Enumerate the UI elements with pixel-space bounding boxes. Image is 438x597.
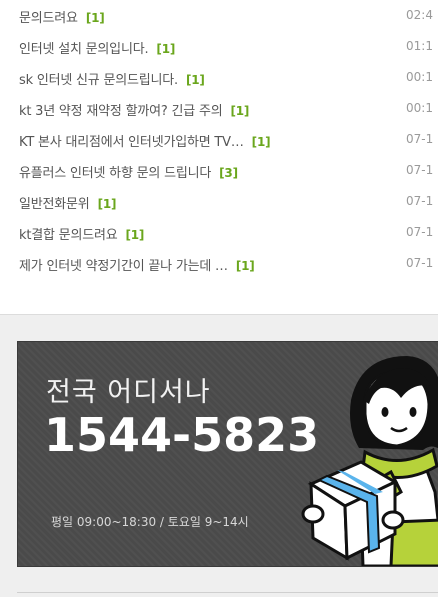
- list-item[interactable]: KT 본사 대리점에서 인터넷가입하면 TV… [1] 07-1: [0, 124, 438, 155]
- post-title[interactable]: 유플러스 인터넷 하향 문의 드립니다 [3]: [19, 162, 238, 181]
- post-list: 문의드려요 [1] 02:4 인터넷 설치 문의입니다. [1] 01:1 sk 인…: [0, 0, 438, 286]
- support-phone-banner[interactable]: 전국 어디서나 1544-5823 평일 09:00~18:30 / 토요일 9…: [17, 341, 438, 567]
- divider: [17, 592, 438, 593]
- post-time: 02:4: [406, 8, 433, 22]
- post-title-text[interactable]: 일반전화문위: [19, 197, 90, 212]
- post-title[interactable]: KT 본사 대리점에서 인터넷가입하면 TV… [1]: [19, 131, 271, 150]
- post-time: 07-1: [406, 132, 434, 146]
- post-title-text[interactable]: KT 본사 대리점에서 인터넷가입하면 TV…: [19, 135, 244, 150]
- comment-count[interactable]: [1]: [86, 11, 105, 25]
- comment-count[interactable]: [3]: [219, 166, 238, 180]
- delivery-person-with-box-icon: [301, 356, 438, 566]
- post-title[interactable]: 일반전화문위 [1]: [19, 193, 116, 212]
- comment-count[interactable]: [1]: [98, 197, 117, 211]
- post-title-text[interactable]: 문의드려요: [19, 11, 78, 26]
- post-title-text[interactable]: 유플러스 인터넷 하향 문의 드립니다: [19, 166, 211, 181]
- post-title-text[interactable]: kt 3년 약정 재약정 할까여? 긴급 주의: [19, 104, 223, 119]
- post-title[interactable]: 제가 인터넷 약정기간이 끝나 가는데 … [1]: [19, 255, 255, 274]
- post-title[interactable]: kt 3년 약정 재약정 할까여? 긴급 주의 [1]: [19, 100, 249, 119]
- comment-count[interactable]: [1]: [125, 228, 144, 242]
- list-item[interactable]: kt결합 문의드려요 [1] 07-1: [0, 217, 438, 248]
- banner-business-hours: 평일 09:00~18:30 / 토요일 9~14시: [51, 515, 249, 529]
- list-item[interactable]: sk 인터넷 신규 문의드립니다. [1] 00:1: [0, 62, 438, 93]
- post-time: 07-1: [406, 194, 434, 208]
- post-time: 07-1: [406, 163, 434, 177]
- post-title[interactable]: kt결합 문의드려요 [1]: [19, 224, 144, 243]
- post-title-text[interactable]: sk 인터넷 신규 문의드립니다.: [19, 73, 178, 88]
- banner-headline: 전국 어디서나: [46, 377, 211, 408]
- post-title[interactable]: sk 인터넷 신규 문의드립니다. [1]: [19, 69, 205, 88]
- post-title-text[interactable]: 인터넷 설치 문의입니다.: [19, 42, 149, 57]
- post-title-text[interactable]: 제가 인터넷 약정기간이 끝나 가는데 …: [19, 259, 228, 274]
- comment-count[interactable]: [1]: [252, 135, 271, 149]
- comment-count[interactable]: [1]: [156, 42, 175, 56]
- comment-count[interactable]: [1]: [186, 73, 205, 87]
- post-time: 07-1: [406, 225, 434, 239]
- list-item[interactable]: 문의드려요 [1] 02:4: [0, 0, 438, 31]
- post-title-text[interactable]: kt결합 문의드려요: [19, 228, 118, 243]
- list-item[interactable]: 유플러스 인터넷 하향 문의 드립니다 [3] 07-1: [0, 155, 438, 186]
- post-time: 00:1: [406, 70, 433, 84]
- post-title[interactable]: 문의드려요 [1]: [19, 7, 105, 26]
- list-item[interactable]: kt 3년 약정 재약정 할까여? 긴급 주의 [1] 00:1: [0, 93, 438, 124]
- post-title[interactable]: 인터넷 설치 문의입니다. [1]: [19, 38, 175, 57]
- list-item[interactable]: 일반전화문위 [1] 07-1: [0, 186, 438, 217]
- comment-count[interactable]: [1]: [230, 104, 249, 118]
- comment-count[interactable]: [1]: [236, 259, 255, 273]
- list-item[interactable]: 제가 인터넷 약정기간이 끝나 가는데 … [1] 07-1: [0, 248, 438, 279]
- post-time: 00:1: [406, 101, 433, 115]
- post-time: 07-1: [406, 256, 434, 270]
- list-item[interactable]: 인터넷 설치 문의입니다. [1] 01:1: [0, 31, 438, 62]
- post-time: 01:1: [406, 39, 433, 53]
